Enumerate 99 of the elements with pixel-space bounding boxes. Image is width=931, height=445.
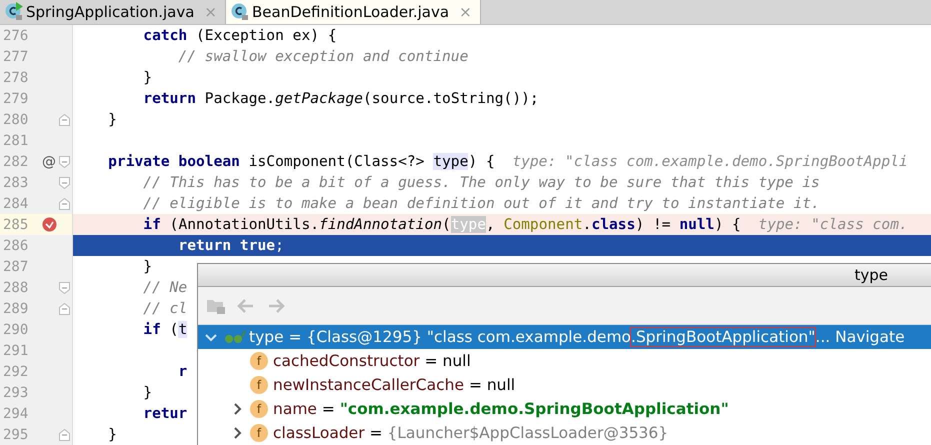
override-marker[interactable]: @: [42, 154, 56, 170]
variable-row[interactable]: f name = "com.example.demo.SpringBootApplication": [198, 397, 931, 421]
variable-value: = null: [424, 352, 471, 370]
code-text: }: [107, 111, 117, 128]
navigate-link[interactable]: ... Navigate: [815, 328, 905, 346]
code-text: Package.: [204, 90, 276, 107]
code-keyword: return true: [177, 237, 276, 254]
glasses-icon: [224, 330, 246, 344]
variable-row[interactable]: f classLoader = {Launcher$AppClassLoader@3536}: [198, 421, 931, 445]
fold-icon[interactable]: [59, 428, 70, 440]
tab-label: SpringApplication.java: [26, 3, 194, 21]
editor-tab[interactable]: BeanDefinitionLoader.java ×: [226, 0, 481, 24]
code-text: (: [168, 321, 178, 338]
code-text: }: [142, 384, 152, 401]
line-number: 279: [2, 90, 30, 106]
fold-icon[interactable]: [59, 156, 70, 168]
line-number: 294: [2, 406, 30, 422]
fold-icon[interactable]: [59, 302, 70, 314]
variable-value: =: [320, 400, 336, 418]
inline-value-hint: type: "class com.example.demo.SpringBootAppli: [511, 153, 908, 170]
code-comment: // eligible is to make a bean definition out of it and try to instantiate it.: [142, 195, 820, 212]
code-text: ,: [486, 216, 496, 233]
line-number: 284: [2, 196, 30, 212]
variable-name: newInstanceCallerCache: [273, 376, 464, 394]
code-keyword: private boolean: [107, 153, 240, 170]
code-keyword: if: [142, 216, 161, 233]
line-number: 278: [2, 70, 30, 86]
variable-value: = {Class@1295} "class com.example.demo: [288, 328, 632, 346]
code-text: (Exception ex) {: [195, 27, 337, 44]
line-number: 290: [2, 322, 30, 338]
line-number: 293: [2, 384, 30, 400]
code-method: findAnnotation: [319, 216, 442, 233]
line-number: 280: [2, 112, 30, 128]
variable-value: {Launcher$AppClassLoader@3536}: [387, 424, 668, 442]
inline-value-hint: type: "class com.: [757, 216, 908, 233]
variable-row[interactable]: f newInstanceCallerCache = null: [198, 373, 931, 397]
code-keyword: catch: [142, 27, 188, 44]
code-comment: // cl: [142, 300, 188, 317]
code-comment: // This has to be a bit of a guess. The only way to be sure that this type is: [142, 174, 820, 191]
code-text: (source.toString());: [362, 90, 539, 107]
variable-value: .SpringBootApplication": [631, 328, 816, 346]
code-text: ) !=: [635, 216, 672, 233]
code-comment: // Ne: [142, 279, 188, 296]
code-keyword: retur: [142, 405, 188, 422]
variable-row[interactable]: type = {Class@1295} "class com.example.demo.SpringBootApplication"... Navigate: [198, 325, 931, 349]
code-keyword: return: [142, 90, 196, 107]
fold-icon[interactable]: [59, 282, 70, 294]
variable-value: "com.example.demo.SpringBootApplication": [340, 400, 729, 418]
field-icon: f: [250, 400, 268, 418]
code-text: ;: [275, 237, 284, 254]
line-number: 289: [2, 300, 30, 316]
field-icon: f: [250, 424, 268, 442]
variable-value: = null: [468, 376, 516, 394]
popup-title: type: [854, 266, 888, 284]
field-icon: f: [250, 352, 268, 370]
code-method: getPackage: [275, 90, 363, 107]
forward-arrow-icon[interactable]: [266, 298, 286, 314]
variable-value: =: [368, 424, 384, 442]
code-class: Component: [504, 216, 583, 233]
code-keyword: null: [679, 216, 714, 233]
code-text: }: [142, 69, 152, 86]
fold-icon[interactable]: [59, 198, 70, 210]
code-comment: // swallow exception and continue: [177, 48, 468, 65]
code-text: isComponent(Class<?>: [248, 153, 426, 170]
code-keyword: if: [142, 321, 161, 338]
code-text: }: [142, 258, 152, 275]
line-number: 295: [2, 426, 30, 442]
line-number: 286: [2, 238, 30, 254]
code-keyword: class: [591, 216, 636, 233]
variable-name: cachedConstructor: [273, 352, 420, 370]
line-number: 276: [2, 28, 30, 44]
line-number: 287: [2, 258, 30, 274]
line-number: 281: [2, 132, 30, 148]
code-text: }: [107, 426, 117, 443]
breakpoint-icon[interactable]: [42, 217, 56, 232]
code-identifier: type: [433, 153, 468, 170]
field-icon: f: [250, 376, 268, 394]
variable-name: type: [249, 328, 284, 346]
line-number: 283: [2, 174, 30, 190]
variable-name: name: [273, 400, 317, 418]
variable-name: classLoader: [273, 424, 365, 442]
code-text: (AnnotationUtils.: [168, 216, 320, 233]
code-text: (: [442, 216, 451, 233]
line-number: 288: [2, 280, 30, 296]
code-text: .: [582, 216, 592, 233]
line-number: 291: [2, 342, 30, 358]
fold-icon[interactable]: [59, 114, 70, 126]
back-arrow-icon[interactable]: [236, 298, 256, 314]
line-number: 277: [2, 48, 30, 64]
code-text: ) {: [714, 216, 741, 233]
code-keyword: r: [177, 363, 188, 380]
line-number: 285: [2, 216, 30, 232]
code-text: ) {: [468, 153, 495, 170]
tab-label: BeanDefinitionLoader.java: [252, 3, 450, 21]
variable-row[interactable]: f cachedConstructor = null: [198, 349, 931, 373]
code-identifier: t: [178, 321, 188, 338]
line-number: 292: [2, 364, 30, 380]
fold-icon[interactable]: [59, 176, 70, 188]
line-number: 282: [2, 154, 30, 170]
